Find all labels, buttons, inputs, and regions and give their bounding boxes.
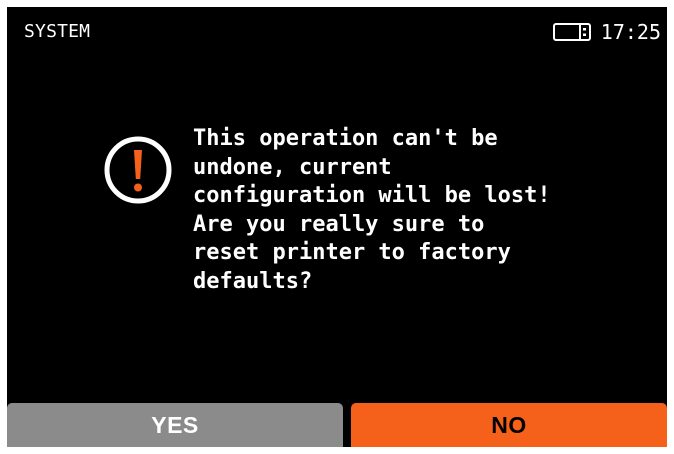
- yes-button[interactable]: YES: [7, 403, 343, 447]
- header-bar: SYSTEM 17:25: [7, 7, 667, 61]
- no-button[interactable]: NO: [351, 403, 667, 447]
- screen-title: SYSTEM: [24, 21, 91, 42]
- clock: 17:25: [600, 20, 661, 44]
- dialog-message: This operation can't be undone, current …: [193, 126, 551, 294]
- usb-drive-icon: [552, 23, 591, 41]
- printer-screen: SYSTEM 17:25 This operation can't be und…: [7, 7, 667, 447]
- warning-icon: [104, 136, 172, 204]
- confirmation-dialog: This operation can't be undone, current …: [103, 125, 551, 296]
- button-bar: YES NO: [7, 403, 667, 447]
- status-area: 17:25: [552, 19, 661, 45]
